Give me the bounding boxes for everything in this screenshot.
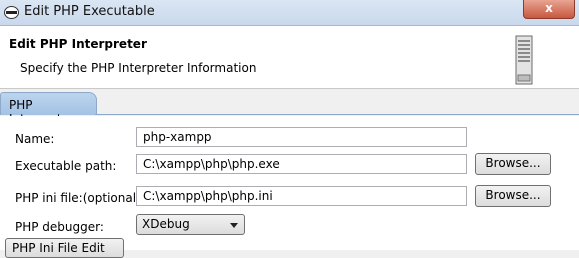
ini-file-label: PHP ini file:(optional): [15, 191, 145, 205]
chevron-down-icon [230, 223, 238, 228]
server-icon [515, 35, 533, 85]
tab-php-interpreter[interactable]: PHP Interpreter [0, 92, 97, 126]
close-button[interactable]: x [523, 0, 575, 19]
window-title: Edit PHP Executable [24, 4, 155, 19]
ini-file-field[interactable]: C:\xampp\php\php.ini [136, 186, 467, 206]
dialog-banner: Edit PHP Interpreter Specify the PHP Int… [0, 26, 579, 89]
executable-path-label: Executable path: [15, 159, 117, 173]
banner-title: Edit PHP Interpreter [9, 37, 147, 51]
name-label: Name: [15, 132, 55, 146]
banner-description: Specify the PHP Interpreter Information [20, 61, 257, 75]
browse-ini-button[interactable]: Browse... [475, 185, 551, 207]
tab-divider [95, 114, 579, 115]
close-icon: x [545, 1, 553, 15]
tab-bar: PHP Interpreter [0, 90, 579, 126]
php-icon [4, 6, 19, 19]
name-field[interactable]: php-xampp [136, 127, 467, 147]
title-bar: Edit PHP Executable x [0, 0, 579, 26]
browse-executable-button[interactable]: Browse... [475, 153, 551, 175]
debugger-value: XDebug [142, 217, 190, 231]
debugger-select[interactable]: XDebug [136, 214, 245, 235]
ini-file-edit-button[interactable]: PHP Ini File Edit [5, 238, 124, 258]
executable-path-field[interactable]: C:\xampp\php\php.exe [136, 154, 467, 174]
debugger-label: PHP debugger: [15, 220, 104, 234]
